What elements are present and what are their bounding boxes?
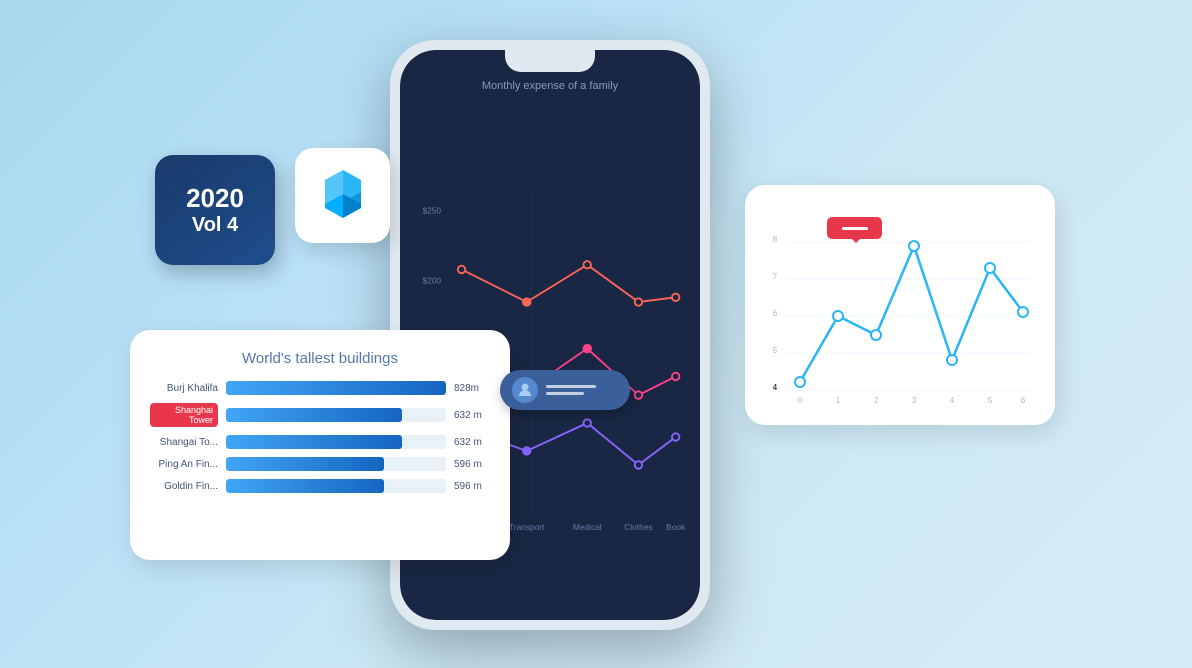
svg-text:6: 6	[773, 309, 778, 318]
contact-avatar	[512, 377, 538, 403]
bar-value-burj: 828m	[454, 383, 490, 394]
bar-label-pingan: Ping An Fin...	[150, 459, 218, 470]
year-badge: 2020 Vol 4	[155, 155, 275, 265]
bar-fill-burj	[226, 381, 446, 395]
svg-text:7: 7	[773, 272, 778, 281]
bar-label-shanghai-selected: Shanghai Tower	[150, 403, 218, 427]
bar-row-pingan: Ping An Fin... 596 m	[150, 457, 490, 471]
svg-text:5: 5	[988, 396, 993, 405]
svg-text:$200: $200	[422, 275, 441, 285]
svg-text:1: 1	[836, 396, 841, 405]
phone-chart-title: Monthly expense of a family	[415, 80, 685, 92]
tooltip-line	[842, 227, 868, 230]
bar-track-pingan	[226, 457, 446, 471]
bar-fill-pingan	[226, 457, 384, 471]
bar-row-burj: Burj Khalifa 828m	[150, 381, 490, 395]
bar-row-goldin: Goldin Fin... 596 m	[150, 479, 490, 493]
flutter-logo	[295, 148, 390, 243]
svg-text:Book: Book	[666, 522, 685, 532]
tooltip-arrow	[851, 238, 861, 243]
bar-fill-shanghaito	[226, 435, 402, 449]
svg-text:Clothes: Clothes	[624, 522, 652, 532]
svg-text:8: 8	[773, 235, 778, 244]
svg-text:4: 4	[773, 383, 778, 392]
bar-label-burj: Burj Khalifa	[150, 383, 218, 394]
person-icon	[517, 382, 533, 398]
bar-label-goldin: Goldin Fin...	[150, 481, 218, 492]
svg-text:Medical: Medical	[573, 522, 602, 532]
svg-text:$250: $250	[422, 206, 441, 216]
bar-track-goldin	[226, 479, 446, 493]
contact-line-2	[546, 392, 584, 395]
svg-text:0: 0	[798, 396, 803, 405]
svg-text:2: 2	[874, 396, 879, 405]
bar-track-shanghai-sel	[226, 408, 446, 422]
svg-text:4: 4	[950, 396, 955, 405]
contact-text-lines	[546, 385, 596, 395]
right-chart-svg: 4 5 6 7 8 0 1 2 3 4 5 6	[765, 205, 1035, 405]
bar-fill-shanghai-sel	[226, 408, 402, 422]
bar-track-shanghaito	[226, 435, 446, 449]
contact-line-1	[546, 385, 596, 388]
badge-year: 2020	[186, 183, 244, 214]
bar-value-shanghaito: 632 m	[454, 437, 490, 448]
svg-text:Transport: Transport	[509, 522, 545, 532]
bar-value-shanghai-sel: 632 m	[454, 410, 490, 421]
phone-notch	[505, 50, 595, 72]
contact-card	[500, 370, 630, 410]
bar-label-shanghaito: Shangai To...	[150, 437, 218, 448]
right-chart-card: 4 5 6 7 8 0 1 2 3 4 5 6	[745, 185, 1055, 425]
svg-text:3: 3	[912, 396, 917, 405]
bar-row-shanghai-selected: Shanghai Tower 632 m	[150, 403, 490, 427]
bar-fill-goldin	[226, 479, 384, 493]
bar-value-pingan: 596 m	[454, 459, 490, 470]
flutter-icon	[317, 166, 369, 226]
badge-vol: Vol 4	[192, 214, 238, 237]
buildings-card-title: World's tallest buildings	[150, 350, 490, 367]
svg-text:5: 5	[773, 346, 778, 355]
bar-row-shanghaito: Shangai To... 632 m	[150, 435, 490, 449]
chart-tooltip	[827, 217, 882, 239]
svg-text:6: 6	[1021, 396, 1026, 405]
buildings-card: World's tallest buildings Burj Khalifa 8…	[130, 330, 510, 560]
bar-value-goldin: 596 m	[454, 481, 490, 492]
bar-track-burj	[226, 381, 446, 395]
